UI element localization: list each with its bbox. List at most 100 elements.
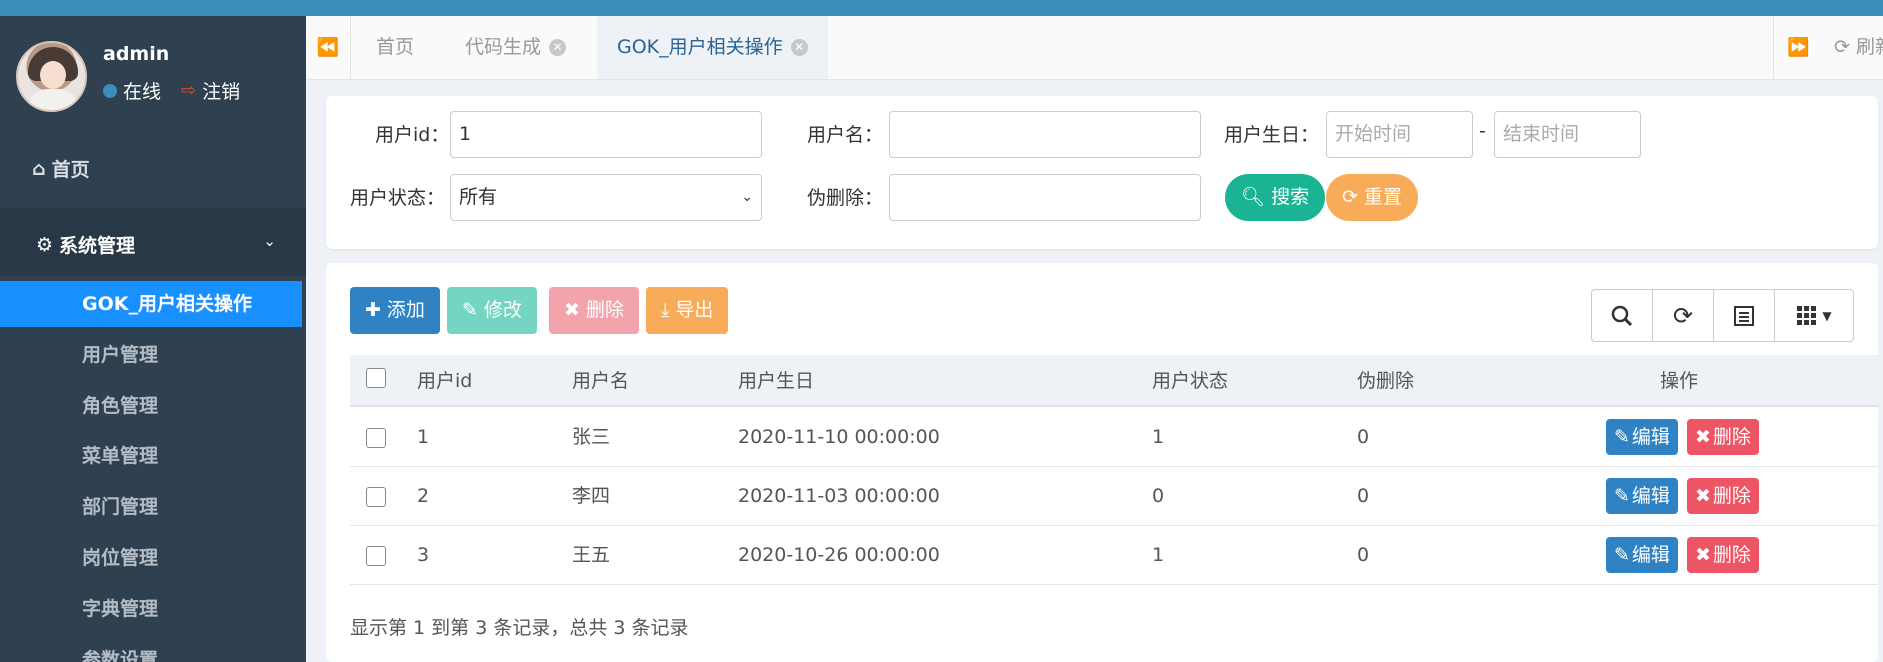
cell-username: 张三 — [572, 426, 611, 448]
logout-link[interactable]: 注销 — [202, 77, 240, 104]
userid-input[interactable]: 1 — [450, 111, 762, 158]
tab-gok-user[interactable]: GOK_用户相关操作 ✕ — [597, 16, 828, 79]
add-button-label: 添加 — [386, 299, 425, 321]
download-icon: ⤓ — [661, 299, 670, 321]
times-icon: ✖ — [1695, 485, 1711, 507]
search-button-label: 搜索 — [1271, 186, 1310, 208]
sidebar-topbar — [0, 0, 306, 16]
status-select[interactable]: 所有 ⌄ — [450, 174, 762, 221]
row-delete-label: 删除 — [1712, 426, 1751, 448]
reset-button-label: 重置 — [1363, 186, 1402, 208]
status-select-value: 所有 — [459, 186, 498, 208]
row-edit-label: 编辑 — [1631, 485, 1670, 507]
edit-button-label: 修改 — [483, 299, 522, 321]
edit-button[interactable]: ✎ 修改 — [447, 287, 537, 334]
row-checkbox[interactable] — [366, 487, 386, 507]
col-actions: 操作 — [1660, 370, 1699, 392]
delete-button-label: 删除 — [585, 299, 624, 321]
list-icon — [1734, 305, 1754, 326]
close-icon[interactable]: ✕ — [549, 39, 567, 56]
row-delete-button[interactable]: ✖ 删除 — [1687, 537, 1759, 573]
row-delete-button[interactable]: ✖ 删除 — [1687, 478, 1759, 514]
refresh-icon: ⟳ — [1342, 186, 1358, 208]
col-birthday[interactable]: 用户生日 — [738, 355, 814, 407]
col-username[interactable]: 用户名 — [572, 355, 629, 407]
birthday-end-input[interactable]: 结束时间 — [1494, 111, 1641, 158]
table-search-toggle[interactable] — [1591, 289, 1653, 342]
cell-username: 李四 — [572, 485, 611, 507]
table-header: 用户id 用户名 用户生日 用户状态 伪删除 操作 — [350, 355, 1878, 407]
username-input[interactable] — [889, 111, 1201, 158]
table-row: 2 李四 2020-11-03 00:00:00 0 0 ✎ 编辑 ✖ 删除 — [350, 467, 1878, 526]
deleted-input[interactable] — [889, 174, 1201, 221]
col-status[interactable]: 用户状态 — [1152, 355, 1228, 407]
reset-button[interactable]: ⟳ 重置 — [1326, 174, 1418, 221]
row-checkbox[interactable] — [366, 428, 386, 448]
caret-down-icon: ▼ — [1822, 308, 1832, 323]
cell-username: 王五 — [572, 544, 611, 566]
cell-birthday: 2020-10-26 00:00:00 — [738, 544, 940, 566]
avatar[interactable] — [16, 41, 87, 112]
grid-icon — [1797, 305, 1817, 325]
row-edit-button[interactable]: ✎ 编辑 — [1606, 537, 1678, 573]
tab-home[interactable]: 首页 — [356, 16, 434, 79]
select-all-checkbox[interactable] — [366, 368, 386, 388]
export-button-label: 导出 — [675, 299, 714, 321]
edit-icon: ✎ — [462, 299, 478, 321]
username-label: 用户名： — [807, 124, 884, 146]
tab-scroll-left-icon[interactable]: ⏪ — [306, 16, 351, 79]
table-refresh-button[interactable]: ⟳ — [1652, 289, 1714, 342]
table-panel: ✚ 添加 ✎ 修改 ✖ 删除 ⤓ 导出 ⟳ ▼ 用户id 用户名 用户生日 用户… — [326, 263, 1878, 662]
top-navbar — [306, 0, 1883, 16]
search-form: 用户id： 1 用户名： 用户生日： 开始时间 - 结束时间 用户状态： 所有 … — [326, 96, 1878, 249]
cell-status: 0 — [1152, 485, 1165, 507]
sidebar-item-params[interactable]: 参数设置 — [0, 637, 302, 662]
table-toggle-view-button[interactable] — [1713, 289, 1775, 342]
col-userid[interactable]: 用户id — [417, 355, 472, 407]
row-edit-button[interactable]: ✎ 编辑 — [1606, 478, 1678, 514]
row-delete-button[interactable]: ✖ 删除 — [1687, 419, 1759, 455]
deleted-label: 伪删除： — [807, 187, 884, 209]
row-edit-button[interactable]: ✎ 编辑 — [1606, 419, 1678, 455]
sidebar-item-posts[interactable]: 岗位管理 — [0, 535, 302, 581]
cell-userid: 2 — [417, 485, 430, 507]
export-button[interactable]: ⤓ 导出 — [646, 287, 729, 334]
online-label: 在线 — [123, 81, 162, 103]
sidebar-item-users[interactable]: 用户管理 — [0, 332, 302, 378]
sidebar-item-menus[interactable]: 菜单管理 — [0, 433, 302, 479]
times-icon: ✖ — [564, 299, 580, 321]
close-icon[interactable]: ✕ — [790, 39, 808, 56]
tab-refresh-button[interactable]: ⟳ 刷新 — [1834, 16, 1883, 79]
table-row: 1 张三 2020-11-10 00:00:00 1 0 ✎ 编辑 ✖ 删除 — [350, 408, 1878, 467]
online-dot-icon — [103, 83, 117, 98]
tab-scroll-right-icon[interactable]: ⏩ — [1773, 16, 1823, 79]
table-columns-dropdown[interactable]: ▼ — [1774, 289, 1854, 342]
col-deleted[interactable]: 伪删除 — [1357, 355, 1414, 407]
edit-icon: ✎ — [1614, 426, 1630, 448]
tab-refresh-label: 刷新 — [1855, 36, 1883, 58]
row-delete-label: 删除 — [1712, 544, 1751, 566]
chevron-down-icon: ⌄ — [263, 232, 276, 250]
chevron-down-icon: ⌄ — [741, 189, 753, 205]
status-label: 用户状态： — [350, 187, 446, 209]
edit-icon: ✎ — [1614, 544, 1630, 566]
sidebar-item-home[interactable]: ⌂ 首页 — [32, 155, 90, 182]
add-button[interactable]: ✚ 添加 — [350, 287, 440, 334]
search-button[interactable]: 🔍︎ 搜索 — [1225, 174, 1326, 221]
cell-birthday: 2020-11-10 00:00:00 — [738, 426, 940, 448]
tab-home-label: 首页 — [376, 36, 415, 58]
sidebar-group-system[interactable]: ⚙ 系统管理 ⌄ — [0, 208, 306, 276]
sidebar-item-gok-user[interactable]: GOK_用户相关操作 — [0, 281, 302, 327]
user-status: 在线 ⇨ 注销 — [103, 77, 240, 104]
plus-icon: ✚ — [365, 299, 381, 321]
sidebar-item-depts[interactable]: 部门管理 — [0, 484, 302, 530]
delete-button[interactable]: ✖ 删除 — [549, 287, 639, 334]
row-checkbox[interactable] — [366, 546, 386, 566]
tab-codegen[interactable]: 代码生成 ✕ — [445, 16, 586, 79]
sidebar-item-dicts[interactable]: 字典管理 — [0, 586, 302, 632]
logout-icon[interactable]: ⇨ — [181, 80, 196, 101]
cell-userid: 1 — [417, 426, 430, 448]
table-row: 3 王五 2020-10-26 00:00:00 1 0 ✎ 编辑 ✖ 删除 — [350, 526, 1878, 585]
birthday-start-input[interactable]: 开始时间 — [1326, 111, 1473, 158]
sidebar-item-roles[interactable]: 角色管理 — [0, 383, 302, 429]
